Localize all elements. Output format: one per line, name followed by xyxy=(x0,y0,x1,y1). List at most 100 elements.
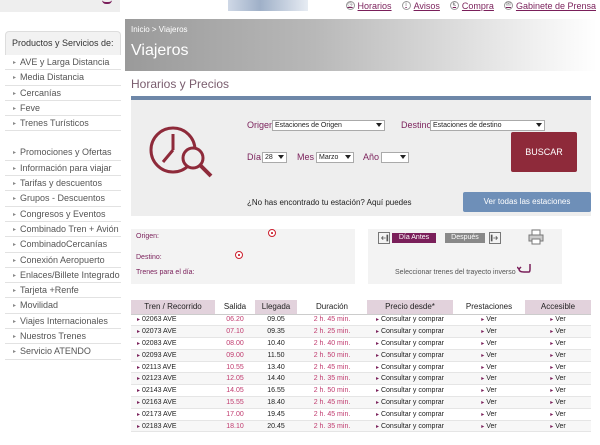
services-link[interactable]: ▸ Ver xyxy=(453,420,525,433)
services-link[interactable]: ▸ Ver xyxy=(453,396,525,409)
anio-select[interactable] xyxy=(381,152,409,163)
sidebar-item[interactable]: ▸ Cercanías xyxy=(5,86,121,101)
next-day-icon[interactable] xyxy=(489,232,501,244)
accessible-link[interactable]: ▸ Ver xyxy=(525,325,591,339)
origen-select[interactable]: Estaciones de Origen xyxy=(272,120,385,131)
previous-day-icon[interactable] xyxy=(378,232,390,244)
toplink-compra[interactable]: € Compra xyxy=(449,1,494,11)
dia-select[interactable]: 28 xyxy=(262,152,287,163)
price-link[interactable]: ▸ Consultar y comprar xyxy=(367,396,453,409)
sidebar-item[interactable]: ▸ Conexión Aeropuerto xyxy=(5,253,121,268)
ver-todas-button[interactable]: Ver todas las estaciones xyxy=(463,192,591,212)
sidebar-item[interactable]: ▸ Grupos - Descuentos xyxy=(5,191,121,207)
services-link[interactable]: ▸ Ver xyxy=(453,337,525,350)
train-cell[interactable]: ▸ 02083 AVE xyxy=(131,337,215,350)
bullet-arrow-icon: ▸ xyxy=(375,340,379,347)
train-cell[interactable]: ▸ 02123 AVE xyxy=(131,372,215,386)
services-link[interactable]: ▸ Ver xyxy=(453,349,525,362)
printer-icon[interactable] xyxy=(528,229,544,245)
destino-select[interactable]: Estaciones de destino xyxy=(430,120,545,131)
breadcrumb[interactable]: Inicio > Viajeros xyxy=(131,25,188,34)
bullet-arrow-icon: ▸ xyxy=(481,329,485,336)
sidebar-item[interactable]: ▸ CombinadoCercanías xyxy=(5,237,121,253)
toplink-prensa[interactable]: ✉ Gabinete de Prensa xyxy=(503,1,596,11)
sidebar-item-label: Información para viajar xyxy=(20,162,112,173)
cell-text: 16.55 xyxy=(267,387,285,395)
price-link[interactable]: ▸ Consultar y comprar xyxy=(367,420,453,433)
sidebar-item[interactable]: ▸ Congresos y Eventos xyxy=(5,207,121,222)
logo[interactable] xyxy=(0,0,120,12)
bullet-arrow-icon: ▸ xyxy=(375,329,379,336)
sidebar-item[interactable]: ▸ Combinado Tren + Avión xyxy=(5,222,121,238)
chevron-down-icon xyxy=(376,123,382,127)
accessible-link[interactable]: ▸ Ver xyxy=(525,361,591,374)
sidebar-item[interactable]: ▸ Nuestros Trenes xyxy=(5,329,121,345)
price-link[interactable]: ▸ Consultar y comprar xyxy=(367,408,453,421)
col-duracion[interactable]: Duración xyxy=(297,300,367,315)
col-prestaciones[interactable]: Prestaciones xyxy=(453,300,525,315)
price-link[interactable]: ▸ Consultar y comprar xyxy=(367,349,453,362)
sidebar-item-label: Enlaces/Billete Integrado xyxy=(20,269,120,280)
train-cell[interactable]: ▸ 02073 AVE xyxy=(131,325,215,339)
duration-cell: 2 h. 45 min. xyxy=(297,361,367,374)
col-llegada[interactable]: Llegada xyxy=(255,300,297,315)
price-link[interactable]: ▸ Consultar y comprar xyxy=(367,337,453,350)
sidebar-item[interactable]: ▸ Tarifas y descuentos xyxy=(5,176,121,192)
accessible-link[interactable]: ▸ Ver xyxy=(525,337,591,350)
despues-button[interactable]: Después xyxy=(445,233,485,243)
bullet-arrow-icon: ▸ xyxy=(13,303,17,310)
price-link[interactable]: ▸ Consultar y comprar xyxy=(367,384,453,398)
services-link[interactable]: ▸ Ver xyxy=(453,325,525,339)
services-link[interactable]: ▸ Ver xyxy=(453,314,525,327)
train-cell[interactable]: ▸ 02093 AVE xyxy=(131,349,215,362)
train-cell[interactable]: ▸ 02173 AVE xyxy=(131,408,215,421)
price-link[interactable]: ▸ Consultar y comprar xyxy=(367,314,453,327)
buscar-button[interactable]: BUSCAR xyxy=(511,132,577,172)
sidebar-item[interactable]: ▸ Media Distancia xyxy=(5,70,121,86)
services-link[interactable]: ▸ Ver xyxy=(453,384,525,398)
train-cell[interactable]: ▸ 02163 AVE xyxy=(131,396,215,409)
price-link[interactable]: ▸ Consultar y comprar xyxy=(367,325,453,339)
accessible-link[interactable]: ▸ Ver xyxy=(525,372,591,386)
sidebar-item[interactable]: ▸ Promociones y Ofertas xyxy=(5,145,121,161)
sidebar-item[interactable]: ▸ Información para viajar xyxy=(5,161,121,177)
destino-select-value: Estaciones de destino xyxy=(433,122,502,129)
accessible-link[interactable]: ▸ Ver xyxy=(525,349,591,362)
sidebar-item[interactable]: ▸ Enlaces/Billete Integrado xyxy=(5,268,121,284)
sidebar-item[interactable]: ▸ Movilidad xyxy=(5,298,121,314)
services-link[interactable]: ▸ Ver xyxy=(453,372,525,386)
price-link[interactable]: ▸ Consultar y comprar xyxy=(367,361,453,374)
sidebar-item[interactable]: ▸ Feve xyxy=(5,101,121,117)
services-link[interactable]: ▸ Ver xyxy=(453,408,525,421)
price-link[interactable]: ▸ Consultar y comprar xyxy=(367,372,453,386)
reverse-route-icon[interactable] xyxy=(517,262,531,274)
accessible-link[interactable]: ▸ Ver xyxy=(525,408,591,421)
mes-select[interactable]: Marzo xyxy=(316,152,354,163)
train-cell[interactable]: ▸ 02143 AVE xyxy=(131,384,215,398)
col-accesible[interactable]: Accesible xyxy=(525,300,591,315)
train-cell[interactable]: ▸ 02113 AVE xyxy=(131,361,215,374)
sidebar-item[interactable]: ▸ Servicio ATENDO xyxy=(5,344,121,360)
cell-text: 18.10 xyxy=(226,422,244,430)
accessible-link[interactable]: ▸ Ver xyxy=(525,384,591,398)
services-link[interactable]: ▸ Ver xyxy=(453,361,525,374)
train-cell[interactable]: ▸ 02183 AVE xyxy=(131,420,215,433)
col-tren[interactable]: Tren / Recorrido xyxy=(131,300,215,315)
departure-cell: 07.10 xyxy=(215,325,255,339)
col-salida[interactable]: Salida xyxy=(215,300,255,315)
sidebar-item[interactable]: ▸ Tarjeta +Renfe xyxy=(5,283,121,299)
accessible-link[interactable]: ▸ Ver xyxy=(525,396,591,409)
dia-antes-button[interactable]: Día Antes xyxy=(392,233,436,243)
sidebar-item[interactable]: ▸ Trenes Turísticos xyxy=(5,116,121,132)
col-precio[interactable]: Precio desde* xyxy=(367,300,453,315)
accessible-link[interactable]: ▸ Ver xyxy=(525,314,591,327)
sidebar-item-label: Cercanías xyxy=(20,87,62,98)
sidebar-item[interactable]: ▸ AVE y Larga Distancia xyxy=(5,55,121,71)
toplink-horarios[interactable]: ◷ Horarios xyxy=(345,1,392,11)
bullet-arrow-icon: ▸ xyxy=(481,411,485,418)
toplink-avisos[interactable]: i Avisos xyxy=(401,1,440,11)
sidebar-item[interactable]: ▸ Viajes Internacionales xyxy=(5,314,121,330)
accessible-link[interactable]: ▸ Ver xyxy=(525,420,591,433)
train-cell[interactable]: ▸ 02063 AVE xyxy=(131,314,215,327)
